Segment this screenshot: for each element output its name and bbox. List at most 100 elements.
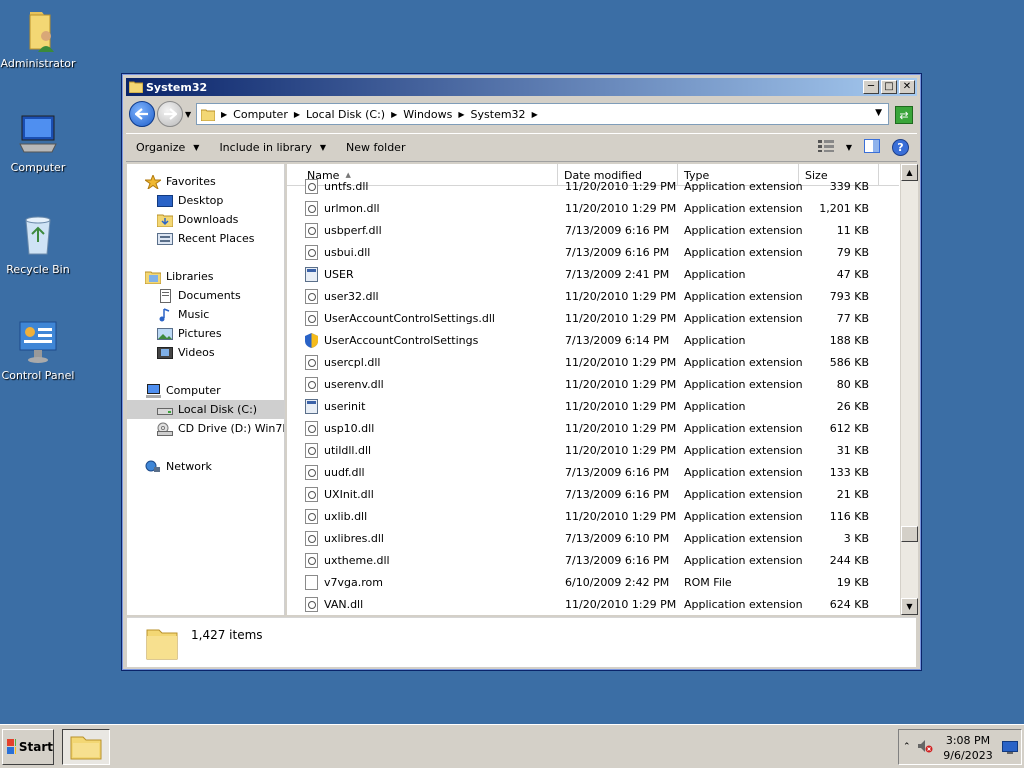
nav-libraries[interactable]: Libraries	[127, 267, 284, 286]
nav-cd-drive[interactable]: CD Drive (D:) Win7Lite	[127, 419, 284, 438]
clock-time: 3:08 PM	[945, 734, 991, 747]
file-row[interactable]: untfs.dll 11/20/2010 1:29 PM Application e…	[287, 175, 899, 197]
organize-button[interactable]: Organize ▼	[136, 141, 199, 154]
desktop-icon-administrator[interactable]: Administrator	[0, 6, 76, 70]
include-in-library-button[interactable]: Include in library ▼	[219, 141, 326, 154]
close-button[interactable]: ✕	[899, 80, 915, 94]
breadcrumb-windows[interactable]: Windows ▶	[403, 108, 464, 121]
chevron-right-icon[interactable]: ▶	[458, 110, 464, 119]
file-type: Application extension	[684, 355, 803, 369]
file-row[interactable]: urlmon.dll 11/20/2010 1:29 PM Application …	[287, 197, 899, 219]
preview-pane-icon	[864, 139, 880, 153]
application-icon	[305, 398, 318, 414]
nav-documents[interactable]: Documents	[127, 286, 284, 305]
volume-muted-icon[interactable]	[917, 739, 933, 756]
details-pane: 1,427 items	[127, 617, 916, 667]
file-row[interactable]: userinit 11/20/2010 1:29 PM Application 26 …	[287, 395, 899, 417]
nav-pictures[interactable]: Pictures	[127, 324, 284, 343]
file-row[interactable]: usercpl.dll 11/20/2010 1:29 PM Application…	[287, 351, 899, 373]
file-row[interactable]: VAN.dll 11/20/2010 1:29 PM Application ext…	[287, 593, 899, 615]
file-row[interactable]: UserAccountControlSettings 7/13/2009 6:14…	[287, 329, 899, 351]
title-bar[interactable]: System32 ─ □ ✕	[126, 78, 917, 96]
maximize-button[interactable]: □	[881, 80, 897, 94]
file-size: 11 KB	[836, 223, 869, 237]
file-size: 77 KB	[836, 311, 869, 325]
scroll-thumb[interactable]	[901, 526, 918, 542]
nav-videos[interactable]: Videos	[127, 343, 284, 362]
preview-pane-button[interactable]	[864, 139, 880, 156]
forward-button[interactable]	[157, 101, 183, 127]
file-row[interactable]: uxlib.dll 11/20/2010 1:29 PM Application e…	[287, 505, 899, 527]
file-row[interactable]: uxlibres.dll 7/13/2009 6:10 PM Application…	[287, 527, 899, 549]
show-desktop-icon[interactable]	[1002, 741, 1018, 757]
breadcrumb-local-disk[interactable]: Local Disk (C:) ▶	[306, 108, 397, 121]
dll-file-icon	[305, 354, 318, 370]
nav-music[interactable]: Music	[127, 305, 284, 324]
vertical-scrollbar[interactable]: ▲ ▼	[900, 164, 918, 615]
file-type: Application extension	[684, 289, 803, 303]
file-row[interactable]: USER 7/13/2009 2:41 PM Application 47 KB	[287, 263, 899, 285]
dll-file-icon	[305, 288, 318, 304]
clock[interactable]: 3:08 PM 9/6/2023	[941, 733, 995, 763]
chevron-right-icon[interactable]: ▶	[391, 110, 397, 119]
file-row[interactable]: uudf.dll 7/13/2009 6:16 PM Application ext…	[287, 461, 899, 483]
file-row[interactable]: user32.dll 11/20/2010 1:29 PM Application …	[287, 285, 899, 307]
back-button[interactable]	[129, 101, 155, 127]
refresh-button[interactable]: ⇄	[895, 106, 913, 124]
navigation-pane: Favorites Desktop Downloads Recent Place…	[127, 164, 285, 615]
chevron-right-icon[interactable]: ▶	[532, 110, 538, 119]
breadcrumb-computer[interactable]: Computer ▶	[233, 108, 300, 121]
nav-recent-places[interactable]: Recent Places	[127, 229, 284, 248]
file-row[interactable]: UserAccountControlSettings.dll 11/20/2010…	[287, 307, 899, 329]
dll-file-icon	[305, 244, 318, 260]
forward-arrow-icon	[164, 108, 177, 120]
file-row[interactable]: utildll.dll 11/20/2010 1:29 PM Application…	[287, 439, 899, 461]
change-view-button[interactable]	[817, 140, 834, 155]
file-row[interactable]: usp10.dll 11/20/2010 1:29 PM Application e…	[287, 417, 899, 439]
file-name-cell: uxlib.dll	[287, 508, 558, 524]
nav-local-disk[interactable]: Local Disk (C:)	[127, 400, 284, 419]
desktop-icon-control-panel[interactable]: Control Panel	[0, 318, 76, 382]
file-row[interactable]: uxtheme.dll 7/13/2009 6:16 PM Application …	[287, 549, 899, 571]
desktop-icon-computer[interactable]: Computer	[0, 110, 76, 174]
start-button[interactable]: Start	[2, 729, 54, 765]
file-row[interactable]: v7vga.rom 6/10/2009 2:42 PM ROM File 19 KB	[287, 571, 899, 593]
nav-desktop[interactable]: Desktop	[127, 191, 284, 210]
file-row[interactable]: userenv.dll 11/20/2010 1:29 PM Application…	[287, 373, 899, 395]
file-name-cell: usp10.dll	[287, 420, 558, 436]
view-options-dropdown[interactable]: ▼	[846, 143, 852, 152]
help-button[interactable]: ?	[892, 139, 909, 156]
minimize-button[interactable]: ─	[863, 80, 879, 94]
desktop-icon-label: Administrator	[0, 57, 76, 70]
desktop-icon-recycle-bin[interactable]: Recycle Bin	[0, 212, 76, 276]
file-row[interactable]: usbperf.dll 7/13/2009 6:16 PM Application …	[287, 219, 899, 241]
file-row[interactable]: usbui.dll 7/13/2009 6:16 PM Application ex…	[287, 241, 899, 263]
file-type: Application extension	[684, 377, 803, 391]
show-hidden-icons-button[interactable]: ⌃	[903, 742, 911, 752]
taskbar-explorer-button[interactable]	[62, 729, 110, 765]
address-dropdown-icon[interactable]: ▼	[875, 108, 882, 118]
address-row: ▼ ▶ Computer ▶ Local Disk (C:) ▶ Windows ▶ …	[126, 98, 917, 130]
nav-favorites[interactable]: Favorites	[127, 172, 284, 191]
nav-computer[interactable]: Computer	[127, 381, 284, 400]
dll-file-icon	[305, 486, 318, 502]
file-size: 624 KB	[829, 597, 869, 611]
file-name: user32.dll	[324, 289, 379, 303]
folder-icon	[146, 629, 178, 660]
file-date: 11/20/2010 1:29 PM	[565, 597, 677, 611]
address-root-chevron[interactable]: ▶	[221, 110, 227, 119]
recent-pages-dropdown[interactable]: ▼	[185, 110, 191, 119]
refresh-icon: ⇄	[899, 108, 909, 122]
file-name-cell: utildll.dll	[287, 442, 558, 458]
chevron-right-icon[interactable]: ▶	[294, 110, 300, 119]
scroll-down-button[interactable]: ▼	[901, 598, 918, 615]
file-name: utildll.dll	[324, 443, 372, 457]
scroll-up-button[interactable]: ▲	[901, 164, 918, 181]
nav-downloads[interactable]: Downloads	[127, 210, 284, 229]
new-folder-button[interactable]: New folder	[346, 141, 405, 154]
file-type: Application	[684, 267, 746, 281]
breadcrumb-system32[interactable]: System32 ▶	[471, 108, 538, 121]
nav-network[interactable]: Network	[127, 457, 284, 476]
file-row[interactable]: UXInit.dll 7/13/2009 6:16 PM Application e…	[287, 483, 899, 505]
address-bar[interactable]: ▶ Computer ▶ Local Disk (C:) ▶ Windows ▶ Sy…	[196, 103, 889, 125]
